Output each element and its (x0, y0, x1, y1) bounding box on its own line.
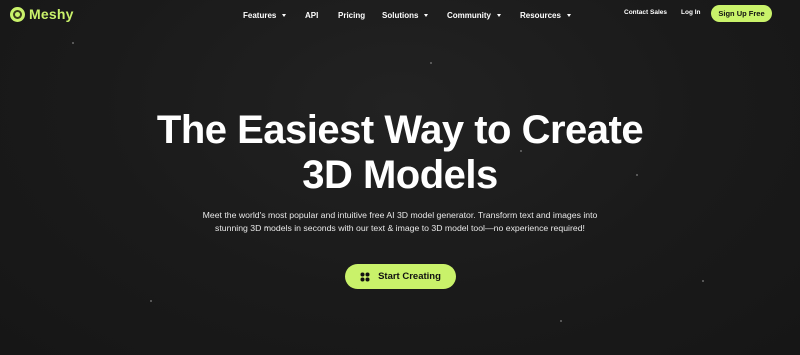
hero-subtitle-line: stunning 3D models in seconds with our t… (215, 223, 585, 233)
nav-item-label: Resources (520, 10, 561, 20)
background-star (560, 320, 562, 322)
nav-item-features[interactable]: Features (243, 9, 287, 21)
meshy-logo[interactable]: Meshy (10, 5, 74, 23)
chevron-down-icon (497, 13, 501, 17)
nav-item-label: Pricing (338, 10, 366, 20)
nav-item-label: API (305, 10, 319, 20)
start-creating-button[interactable]: Start Creating (345, 264, 456, 289)
chevron-down-icon (424, 13, 429, 17)
sign-up-button[interactable]: Sign Up Free (711, 5, 772, 22)
brand-name: Meshy (29, 6, 74, 22)
top-navbar: Meshy Features API Pricing Solutions Com… (0, 0, 800, 28)
hero-title-line: 3D Models (302, 153, 498, 197)
nav-item-label: Features (243, 10, 277, 20)
background-star (430, 62, 432, 64)
login-link[interactable]: Log In (681, 9, 701, 16)
four-dots-icon (360, 272, 370, 281)
nav-item-pricing[interactable]: Pricing (338, 9, 365, 21)
start-creating-label: Start Creating (378, 271, 441, 282)
nav-item-label: Community (447, 10, 491, 20)
background-star (72, 42, 74, 44)
meshy-logo-icon (10, 6, 25, 22)
contact-sales-link[interactable]: Contact Sales (624, 9, 667, 16)
nav-item-solutions[interactable]: Solutions (382, 9, 429, 21)
hero-title: The Easiest Way to Create 3D Models (100, 108, 700, 198)
hero-title-line: The Easiest Way to Create (156, 108, 644, 152)
background-star (150, 300, 152, 302)
chevron-down-icon (282, 13, 287, 17)
background-star (702, 280, 704, 282)
hero-subtitle: Meet the world's most popular and intuit… (180, 209, 620, 235)
chevron-down-icon (566, 13, 571, 17)
page: Meshy Features API Pricing Solutions Com… (0, 0, 800, 355)
nav-item-label: Solutions (382, 10, 419, 20)
nav-item-api[interactable]: API (305, 9, 318, 21)
nav-item-resources[interactable]: Resources (520, 9, 571, 21)
hero-subtitle-line: Meet the world's most popular and intuit… (202, 210, 598, 220)
nav-item-community[interactable]: Community (447, 9, 501, 21)
